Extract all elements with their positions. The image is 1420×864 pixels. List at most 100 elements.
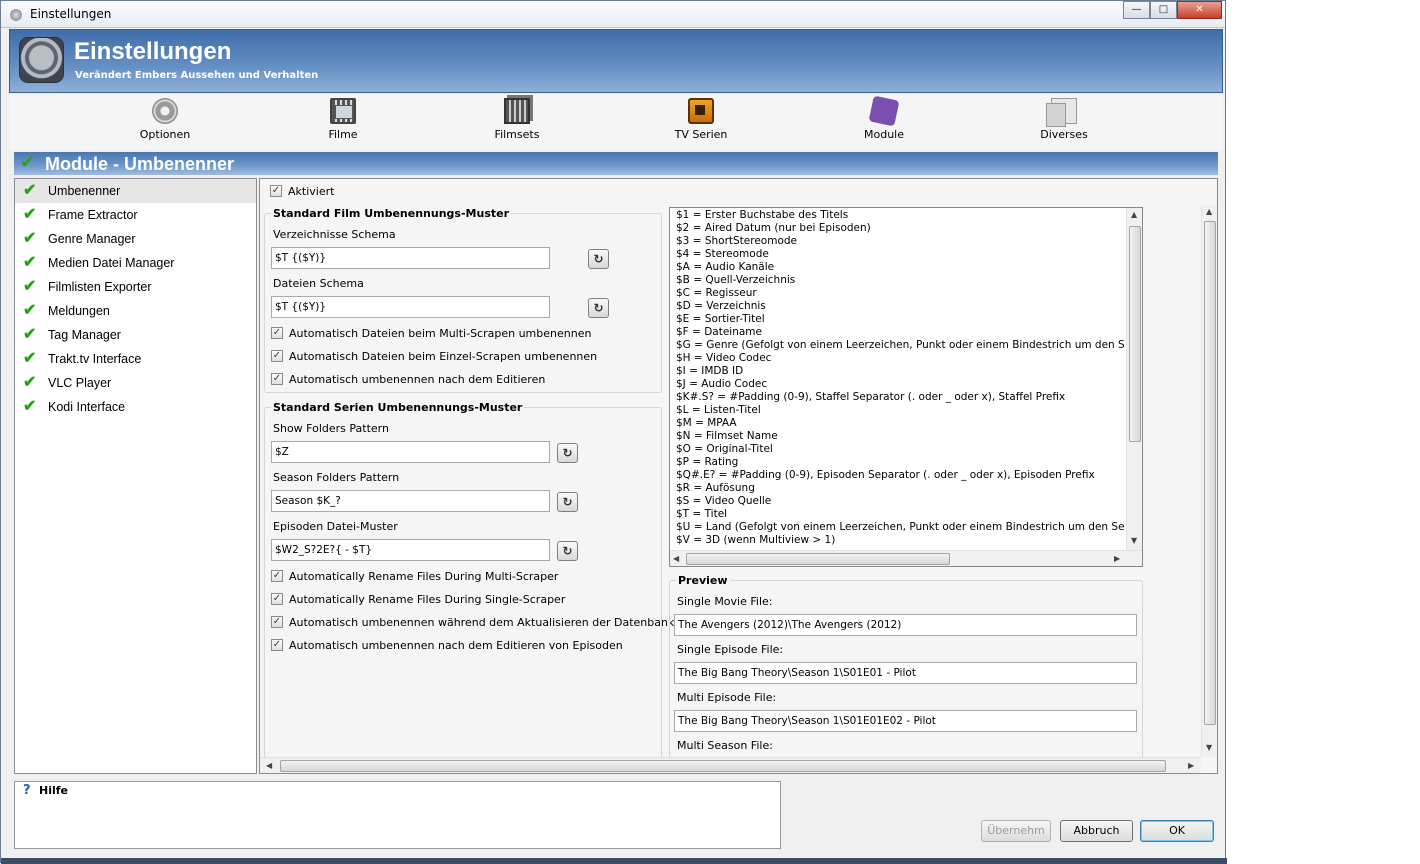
movie-multi-scrape-checkbox[interactable]: ✓ — [271, 327, 283, 339]
scroll-left-icon[interactable]: ◀ — [266, 761, 272, 770]
variable-list-item[interactable]: $2 = Aired Datum (nur bei Episoden) — [670, 222, 1125, 235]
season-folder-input[interactable]: Season $K_? — [271, 490, 550, 512]
reset-button[interactable]: ↻ — [557, 492, 578, 512]
scrollbar-thumb[interactable] — [1129, 226, 1141, 442]
scroll-right-icon[interactable]: ▶ — [1114, 554, 1120, 563]
section-header: ✔ Module - Umbenenner — [14, 152, 1218, 175]
movie-after-edit-checkbox[interactable]: ✓ — [271, 373, 283, 385]
variable-list-item[interactable]: $R = Aufösung — [670, 482, 1125, 495]
variable-list-item[interactable]: $G = Genre (Gefolgt von einem Leerzeiche… — [670, 339, 1125, 352]
sidebar-item-kodi[interactable]: ✔ Kodi Interface — [15, 395, 256, 419]
checkmark-icon: ✔ — [23, 398, 37, 415]
variable-list-item[interactable]: $M = MPAA — [670, 417, 1125, 430]
series-after-edit-checkbox[interactable]: ✓ — [271, 639, 283, 651]
cancel-button[interactable]: Abbruch — [1060, 820, 1133, 842]
minimize-button[interactable]: — — [1123, 1, 1150, 19]
title-bar[interactable]: Einstellungen — □ ✕ — [1, 1, 1225, 28]
help-question-icon: ? — [23, 783, 31, 798]
toolbar-movies[interactable]: Filme — [283, 98, 403, 141]
movie-pattern-title: Standard Film Umbenennungs-Muster — [271, 207, 512, 220]
variable-list-item[interactable]: $U = Land (Gefolgt von einem Leerzeichen… — [670, 521, 1125, 534]
scroll-up-icon[interactable]: ▲ — [1206, 207, 1212, 216]
toolbar-modules[interactable]: Module — [824, 95, 944, 141]
scroll-down-icon[interactable]: ▼ — [1206, 743, 1212, 752]
movie-single-scrape-checkbox[interactable]: ✓ — [271, 350, 283, 362]
variable-list-item[interactable]: $N = Filmset Name — [670, 430, 1125, 443]
variable-list-item[interactable]: $3 = ShortStereomode — [670, 235, 1125, 248]
variable-list-item[interactable]: $1 = Erster Buchstabe des Titels — [670, 209, 1125, 222]
close-button[interactable]: ✕ — [1177, 1, 1222, 19]
variable-list-item[interactable]: $C = Regisseur — [670, 287, 1125, 300]
series-single-scrape-checkbox[interactable]: ✓ — [271, 593, 283, 605]
sidebar-item-renamer[interactable]: ✔ Umbenenner — [15, 179, 256, 203]
single-movie-preview: The Avengers (2012)\The Avengers (2012) — [674, 614, 1137, 636]
scrollbar-thumb[interactable] — [280, 760, 1166, 772]
reset-button[interactable]: ↻ — [557, 443, 578, 463]
toolbar-moviesets[interactable]: Filmsets — [457, 98, 577, 141]
toolbar-misc[interactable]: Diverses — [1004, 98, 1124, 141]
toolbar-tvshows-label: TV Serien — [674, 128, 728, 141]
settings-gear-icon — [19, 37, 64, 83]
reset-button[interactable]: ↻ — [588, 298, 609, 318]
scroll-right-icon[interactable]: ▶ — [1188, 761, 1194, 770]
window-title: Einstellungen — [30, 7, 112, 21]
variable-list-item[interactable]: $L = Listen-Titel — [670, 404, 1125, 417]
episode-file-input[interactable]: $W2_S?2E?{ - $T} — [271, 539, 550, 561]
variable-list-item[interactable]: $O = Original-Titel — [670, 443, 1125, 456]
sidebar-item-genre-manager[interactable]: ✔ Genre Manager — [15, 227, 256, 251]
series-multi-scrape-checkbox[interactable]: ✓ — [271, 570, 283, 582]
toolbar-tvshows[interactable]: TV Serien — [641, 98, 761, 141]
sidebar-item-tag-manager[interactable]: ✔ Tag Manager — [15, 323, 256, 347]
variable-list-item[interactable]: $4 = Stereomode — [670, 248, 1125, 261]
scroll-left-icon[interactable]: ◀ — [673, 554, 679, 563]
maximize-button[interactable]: □ — [1150, 1, 1177, 19]
variable-list-item[interactable]: $P = Rating — [670, 456, 1125, 469]
variable-list-item[interactable]: $S = Video Quelle — [670, 495, 1125, 508]
single-episode-preview: The Big Bang Theory\Season 1\S01E01 - Pi… — [674, 662, 1137, 684]
variables-horizontal-scrollbar[interactable]: ◀ ▶ — [670, 550, 1142, 566]
series-db-update-checkbox[interactable]: ✓ — [271, 616, 283, 628]
enabled-checkbox[interactable]: ✓ — [270, 185, 282, 197]
toolbar-options[interactable]: Optionen — [105, 98, 225, 141]
variable-list-item[interactable]: $E = Sortier-Titel — [670, 313, 1125, 326]
variable-list-item[interactable]: $H = Video Codec — [670, 352, 1125, 365]
scroll-up-icon[interactable]: ▲ — [1131, 210, 1137, 219]
taskbar-edge — [1, 858, 1227, 864]
variable-list-item[interactable]: $F = Dateiname — [670, 326, 1125, 339]
reset-button[interactable]: ↻ — [588, 249, 609, 269]
show-folder-input[interactable]: $Z — [271, 441, 550, 463]
panel-horizontal-scrollbar[interactable]: ◀ ▶ — [260, 757, 1201, 773]
variable-list-item[interactable]: $V = 3D (wenn Multiview > 1) — [670, 534, 1125, 547]
sidebar-item-trakt[interactable]: ✔ Trakt.tv Interface — [15, 347, 256, 371]
scroll-down-icon[interactable]: ▼ — [1131, 536, 1137, 545]
scrollbar-thumb[interactable] — [686, 553, 950, 565]
movie-folder-input[interactable]: $T {($Y)} — [271, 247, 550, 269]
variable-list-item[interactable]: $B = Quell-Verzeichnis — [670, 274, 1125, 287]
variables-vertical-scrollbar[interactable]: ▲ ▼ — [1126, 208, 1142, 551]
sidebar-item-movielist-exporter[interactable]: ✔ Filmlisten Exporter — [15, 275, 256, 299]
variable-list-item[interactable]: $A = Audio Kanäle — [670, 261, 1125, 274]
variable-list-item[interactable]: $T = Titel — [670, 508, 1125, 521]
checkmark-icon: ✔ — [23, 206, 37, 223]
header-title: Einstellungen — [74, 38, 232, 65]
sidebar-item-label: Filmlisten Exporter — [48, 280, 152, 294]
panel-vertical-scrollbar[interactable]: ▲ ▼ — [1201, 205, 1217, 757]
variable-list-item[interactable]: $I = IMDB ID — [670, 365, 1125, 378]
pattern-variables-list[interactable]: $1 = Erster Buchstabe des Titels $2 = Air… — [669, 207, 1143, 567]
ok-button[interactable]: OK — [1140, 820, 1214, 842]
variable-list-item[interactable]: $D = Verzeichnis — [670, 300, 1125, 313]
checkmark-icon: ✔ — [23, 182, 37, 199]
variable-list-item[interactable]: $Q#.E? = #Padding (0-9), Episoden Separa… — [670, 469, 1125, 482]
scrollbar-thumb[interactable] — [1204, 221, 1216, 725]
variable-list-item[interactable]: $J = Audio Codec — [670, 378, 1125, 391]
sidebar-item-frame-extractor[interactable]: ✔ Frame Extractor — [15, 203, 256, 227]
apply-button[interactable]: Übernehm — [981, 820, 1051, 842]
sidebar-item-label: Genre Manager — [48, 232, 136, 246]
sidebar-item-notifications[interactable]: ✔ Meldungen — [15, 299, 256, 323]
tv-icon — [688, 98, 714, 124]
reset-button[interactable]: ↻ — [557, 541, 578, 561]
movie-file-input[interactable]: $T {($Y)} — [271, 296, 550, 318]
sidebar-item-media-file-manager[interactable]: ✔ Medien Datei Manager — [15, 251, 256, 275]
variable-list-item[interactable]: $K#.S? = #Padding (0-9), Staffel Separat… — [670, 391, 1125, 404]
sidebar-item-vlc-player[interactable]: ✔ VLC Player — [15, 371, 256, 395]
